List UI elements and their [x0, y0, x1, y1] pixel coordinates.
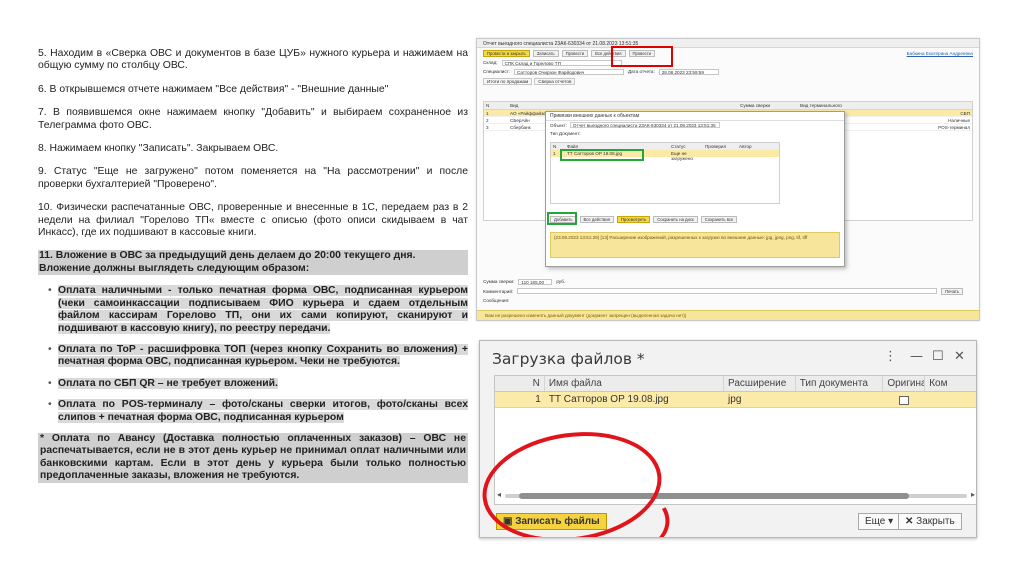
tab-sales-totals[interactable]: Итоги по продажам	[483, 78, 533, 85]
table-row[interactable]: 1 ТТ Сатторов ОР 19.08.jpg jpg	[495, 392, 976, 408]
maximize-icon[interactable]: ☐	[932, 349, 944, 364]
date-label: Дата отчета:	[628, 69, 655, 74]
post-and-close-button[interactable]: Провести и закрыть	[483, 49, 530, 57]
upload-grid-header: N Имя файла Расширение Тип документа Ори…	[495, 376, 976, 392]
save-all-button[interactable]: Сохранить все	[700, 216, 738, 223]
sum-field[interactable]: 110 165,00	[518, 278, 553, 285]
report-screenshot: Отчет выездного специалиста 23АК-630334 …	[476, 38, 980, 321]
report-toolbar: Провести и закрыть Записать Провести Все…	[477, 48, 979, 58]
rule-pos: Оплата по POS-терминалу – фото/сканы све…	[48, 399, 468, 424]
close-icon[interactable]: ✕	[954, 349, 965, 364]
dialog-title: Привязки внешних данных к объектам	[546, 112, 844, 121]
branch-label: Склад:	[483, 60, 498, 65]
step-8: 8. Нажимаем кнопку "Записать". Закрываем…	[38, 143, 279, 155]
external-data-dialog: Привязки внешних данных к объектам Объек…	[545, 111, 845, 267]
chevron-down-icon: ▾	[888, 516, 894, 527]
tab-reconciliation[interactable]: Сверка отчетов	[534, 78, 576, 85]
close-button[interactable]: ✕ Закрыть	[898, 513, 962, 530]
comment-field[interactable]	[517, 288, 938, 294]
ellipsis-icon[interactable]: ⋮	[884, 349, 897, 364]
upload-files-window: Загрузка файлов * ⋮ — ☐ ✕ N Имя файла Ра…	[479, 340, 977, 538]
payments-table-header: N Вид Сумма сверки Вид терминального	[484, 102, 972, 110]
rule-cash: Оплата наличными - только печатная форма…	[48, 285, 468, 335]
step-11: 11. Вложение в ОВС за предыдущий день де…	[38, 250, 468, 276]
dialog-object-row: Объект: Отчет выездного специалиста 23АК…	[546, 121, 844, 129]
step-7: 7. В появившемся окне нажимаем кнопку "Д…	[38, 107, 468, 131]
dialog-type-row: Тип Документ:	[550, 130, 581, 136]
step-9: 9. Статус "Еще не загружено" потом помен…	[38, 166, 468, 190]
close-x-icon: ✕	[905, 516, 914, 527]
more-button[interactable]: Еще ▾	[858, 513, 901, 530]
rule-sbp: Оплата по СБП QR – не требует вложений.	[48, 377, 468, 391]
branch-field[interactable]: СПК Склад и Горелово ТП	[501, 59, 622, 66]
messages-label: Сообщения:	[483, 298, 510, 303]
step-10: 10. Физически распечатанные ОВС, провере…	[38, 202, 468, 239]
report-titlebar: Отчет выездного специалиста 23АК-630334 …	[477, 39, 979, 48]
date-field[interactable]: 28.08.2023 23:59:59	[658, 68, 719, 75]
step-5: 5. Находим в «Сверка ОВС и документов в …	[38, 48, 468, 72]
dialog-buttons: Добавить Все действия Просмотреть Сохран…	[550, 216, 738, 223]
minimize-icon[interactable]: —	[910, 349, 923, 364]
file-row-highlight	[560, 149, 644, 161]
specialist-field[interactable]: Сатторов Очирзон Фарйодович	[514, 68, 625, 75]
prepaid-note: * Оплата по Авансу (Доставка полностью о…	[38, 432, 468, 483]
scroll-right-icon[interactable]: ▸	[971, 490, 975, 499]
write-button[interactable]: Записать	[532, 49, 559, 57]
step-6: 6. В открывшемся отчете нажимаем "Все де…	[38, 83, 389, 95]
dialog-message: (23.08.2023 13:51:29) [13] Расширение из…	[550, 232, 840, 258]
rule-top: Оплата по ToP - расшифровка ТОП (через к…	[48, 343, 468, 369]
all-actions-highlight	[611, 46, 673, 67]
instructions-text: 5. Находим в «Сверка ОВС и документов в …	[38, 48, 468, 494]
save-to-disk-button[interactable]: Сохранить на диск	[653, 216, 698, 223]
view-button[interactable]: Просмотреть	[616, 216, 651, 223]
original-checkbox[interactable]	[899, 396, 910, 405]
specialist-label: Специалист:	[483, 69, 511, 74]
report-warning: Вам не разрешено изменять данный докумен…	[477, 310, 979, 320]
post-button[interactable]: Провести	[561, 49, 589, 57]
dialog-all-actions-button[interactable]: Все действия	[579, 216, 614, 223]
report-bottom: Сумма сверки: 110 165,00 руб. Комментари…	[483, 277, 973, 307]
dialog-object-field[interactable]: Отчет выездного специалиста 23АК-630334 …	[569, 122, 720, 128]
report-tabs: Итоги по продажам Сверка отчетов	[477, 76, 979, 87]
branch-row: Склад: СПК Склад и Горелово ТП	[477, 58, 979, 67]
attachment-rules-list: Оплата наличными - только печатная форма…	[48, 285, 468, 424]
print-button[interactable]: Печать	[941, 287, 963, 295]
upload-title: Загрузка файлов * ⋮ — ☐ ✕	[492, 349, 965, 368]
user-link[interactable]: Бабкина Екатерина Андреевна	[907, 51, 973, 56]
specialist-row: Специалист: Сатторов Очирзон Фарйодович …	[477, 67, 979, 76]
add-button-highlight	[547, 212, 577, 225]
